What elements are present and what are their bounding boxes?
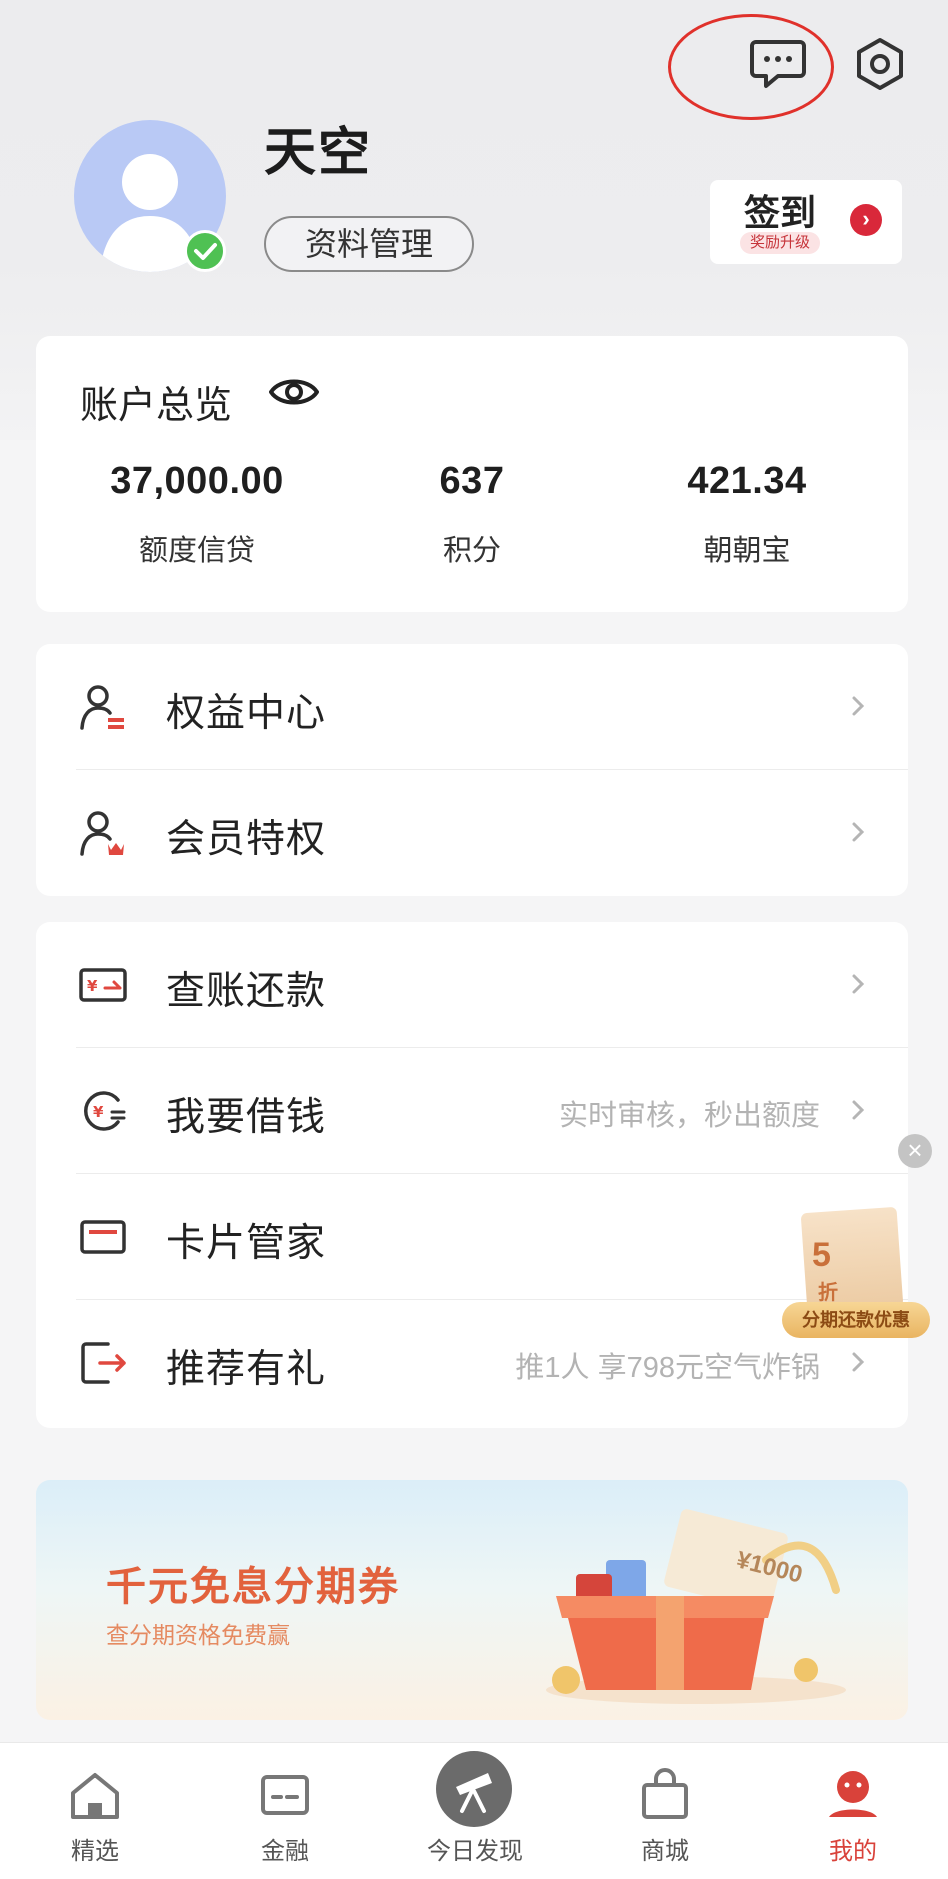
- message-icon[interactable]: [748, 36, 808, 92]
- menu-item-label: 权益中心: [166, 692, 327, 735]
- stat-zhaozhaobao[interactable]: 421.34 朝朝宝: [602, 460, 892, 569]
- menu-item-label: 查账还款: [166, 970, 327, 1013]
- profile-face-icon: [829, 1771, 877, 1817]
- chevron-right-icon: [852, 822, 865, 842]
- tab-label: 今日发现: [427, 1838, 523, 1865]
- chevron-right-icon: [852, 1352, 865, 1372]
- finance-menu-card: ¥ 查账还款 ¥ 我要借钱 实时审核，秒出额度 卡片管家 推荐有礼 推1人 享7…: [36, 922, 908, 1428]
- promo-number: 5: [812, 1236, 831, 1274]
- menu-item-borrow-money[interactable]: ¥ 我要借钱 实时审核，秒出额度: [36, 1048, 908, 1174]
- menu-item-hint: 推1人 享798元空气炸锅: [515, 1352, 820, 1384]
- benefits-menu-card: 权益中心 会员特权: [36, 644, 908, 896]
- checkin-title: 签到: [744, 192, 817, 233]
- tab-label: 商城: [641, 1838, 689, 1865]
- settings-icon[interactable]: [852, 36, 908, 92]
- tab-finance[interactable]: 金融: [190, 1743, 380, 1879]
- menu-item-label: 卡片管家: [166, 1222, 327, 1265]
- promo-unit: 折: [818, 1282, 838, 1304]
- menu-item-benefits-center[interactable]: 权益中心: [36, 644, 908, 770]
- menu-item-member-privileges[interactable]: 会员特权: [36, 770, 908, 896]
- chevron-right-icon: ›: [850, 204, 882, 236]
- checkin-button[interactable]: 签到 奖励升级 ›: [710, 180, 902, 264]
- eye-icon[interactable]: [268, 370, 320, 414]
- menu-item-label: 会员特权: [166, 818, 327, 861]
- stat-label: 额度信贷: [138, 535, 255, 567]
- tab-featured[interactable]: 精选: [0, 1743, 190, 1879]
- banner-subtitle: 查分期资格免费赢: [106, 1622, 290, 1648]
- username: 天空: [264, 124, 373, 182]
- verified-badge-icon: [184, 230, 226, 272]
- stat-credit[interactable]: 37,000.00 额度信贷: [52, 460, 342, 569]
- svg-text:¥: ¥: [93, 1103, 104, 1121]
- share-icon: [78, 1338, 128, 1388]
- menu-item-referral[interactable]: 推荐有礼 推1人 享798元空气炸锅: [36, 1300, 908, 1426]
- chevron-right-icon: [852, 696, 865, 716]
- wallet-icon: [261, 1775, 309, 1815]
- telescope-icon: [436, 1751, 512, 1827]
- gift-box-illustration: [546, 1509, 846, 1704]
- user-crown-icon: [78, 808, 128, 858]
- banner-title: 千元免息分期券: [106, 1564, 400, 1609]
- tab-label: 我的: [829, 1838, 877, 1865]
- menu-item-label: 我要借钱: [166, 1096, 327, 1139]
- promo-banner[interactable]: 千元免息分期券 查分期资格免费赢 ¥1000: [36, 1480, 908, 1720]
- stat-value: 37,000.00: [110, 460, 284, 502]
- chevron-right-icon: [852, 974, 865, 994]
- menu-item-card-manager[interactable]: 卡片管家: [36, 1174, 908, 1300]
- checkin-badge: 奖励升级: [740, 232, 821, 254]
- tab-mine[interactable]: 我的: [758, 1743, 948, 1879]
- tab-discover[interactable]: 今日发现: [380, 1743, 570, 1879]
- tab-label: 金融: [261, 1838, 309, 1865]
- chevron-right-icon: [852, 1100, 865, 1120]
- loan-icon: ¥: [78, 1086, 128, 1136]
- home-icon: [71, 1773, 119, 1819]
- account-overview-card: 账户总览 37,000.00 额度信贷 637 积分 421.34 朝朝宝: [36, 336, 908, 612]
- overview-title: 账户总览: [80, 385, 233, 427]
- card-icon: [78, 1212, 128, 1262]
- close-icon[interactable]: ×: [898, 1134, 932, 1168]
- bill-icon: ¥: [78, 960, 128, 1010]
- tab-label: 精选: [71, 1838, 119, 1865]
- menu-item-bill-repayment[interactable]: ¥ 查账还款: [36, 922, 908, 1048]
- stat-value: 421.34: [687, 460, 807, 502]
- promo-label: 分期还款优惠: [782, 1302, 930, 1338]
- user-badge-icon: [78, 682, 128, 732]
- bottom-tab-bar: 精选 金融 今日发现 商城 我的: [0, 1742, 948, 1879]
- installment-promo-float[interactable]: 5 折 分期还款优惠: [782, 1206, 930, 1340]
- stat-points[interactable]: 637 积分: [327, 460, 617, 569]
- menu-item-label: 推荐有礼: [166, 1348, 327, 1391]
- shopping-bag-icon: [642, 1768, 688, 1819]
- stat-label: 积分: [442, 535, 501, 567]
- profile-management-button[interactable]: 资料管理: [264, 216, 474, 272]
- menu-item-hint: 实时审核，秒出额度: [558, 1100, 820, 1132]
- tab-mall[interactable]: 商城: [570, 1743, 760, 1879]
- svg-text:¥: ¥: [87, 977, 98, 995]
- stat-value: 637: [439, 460, 505, 502]
- stat-label: 朝朝宝: [703, 535, 791, 567]
